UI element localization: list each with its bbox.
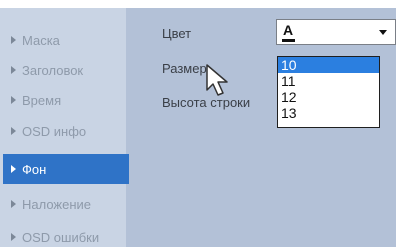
sidebar-item-osd-errors[interactable]: OSD ошибки [3,222,129,252]
size-option[interactable]: 11 [278,73,379,89]
sidebar-item-overlay[interactable]: Наложение [3,189,129,219]
triangle-right-icon [11,66,16,74]
color-select[interactable]: A [276,19,396,45]
color-swatch [282,39,295,42]
sidebar-item-title[interactable]: Заголовок [3,55,129,85]
line-height-label: Высота строки [162,95,251,110]
triangle-right-icon [11,233,16,241]
mouse-pointer-icon [206,64,228,96]
size-option[interactable]: 12 [278,89,379,105]
sidebar-item-time[interactable]: Время [3,85,129,115]
sidebar-item-label: Маска [22,32,60,48]
sidebar-item-label: Наложение [22,196,92,212]
size-option[interactable]: 13 [278,105,379,121]
sidebar-item-label: Фон [22,161,47,177]
sidebar-item-label: OSD ошибки [22,229,100,245]
sidebar-item-mask[interactable]: Маска [3,25,129,55]
size-label: Размер [162,61,207,76]
sidebar-item-label: Время [22,92,62,108]
triangle-right-icon [11,200,16,208]
sidebar-item-background[interactable]: Фон [3,154,129,184]
sidebar-item-label: OSD инфо [22,123,87,139]
triangle-right-icon [11,96,16,104]
sidebar-item-label: Заголовок [22,62,84,78]
size-dropdown-list[interactable]: 10 11 12 13 [277,56,380,128]
triangle-right-icon [11,36,16,44]
triangle-right-icon [11,165,16,173]
font-color-icon: A [283,22,294,38]
sidebar-item-osd-info[interactable]: OSD инфо [3,116,129,146]
chevron-down-icon [379,30,387,35]
size-option[interactable]: 10 [278,57,379,73]
triangle-right-icon [11,127,16,135]
color-label: Цвет [162,26,192,41]
